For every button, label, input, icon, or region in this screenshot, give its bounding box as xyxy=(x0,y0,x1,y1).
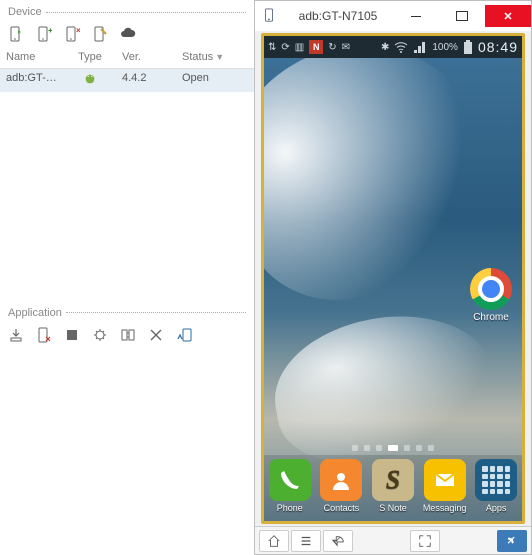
col-status[interactable]: Status▼ xyxy=(176,48,254,66)
col-name[interactable]: Name xyxy=(0,48,64,66)
window-minimize-button[interactable] xyxy=(393,5,439,27)
uninstall-icon[interactable] xyxy=(36,327,52,343)
device-remove-icon[interactable]: × xyxy=(64,26,80,42)
device-table: Name Type Ver. Status▼ adb:GT-N71... 4.4… xyxy=(0,46,254,92)
device-edit-icon[interactable] xyxy=(92,26,108,42)
mail-icon: ✉ xyxy=(342,42,350,53)
dock-label: Apps xyxy=(472,503,520,513)
application-body-spacer xyxy=(0,347,254,555)
mirror-window: adb:GT-N7105 ⇅ ⟳ ▥ N ↻ ✉ ✱ 100 xyxy=(254,0,532,555)
dock: Phone Contacts S S Note Messaging xyxy=(264,455,522,521)
dock-messaging[interactable]: Messaging xyxy=(421,459,469,513)
pin-button[interactable] xyxy=(497,530,527,552)
sync-icon[interactable] xyxy=(120,327,136,343)
application-toolbar xyxy=(0,323,254,347)
device-row-status: Open xyxy=(176,69,254,92)
dock-snote[interactable]: S S Note xyxy=(369,459,417,513)
cancel-icon[interactable] xyxy=(148,327,164,343)
device-toolbar: + × xyxy=(0,22,254,46)
application-section-header: Application xyxy=(0,301,254,323)
rotate-icon: ⟳ xyxy=(281,42,289,53)
phone-icon xyxy=(269,459,311,501)
device-section-title: Device xyxy=(8,6,42,18)
svg-text:×: × xyxy=(76,26,80,35)
messaging-icon xyxy=(424,459,466,501)
app-chrome[interactable]: Chrome xyxy=(470,268,512,323)
col-ver[interactable]: Ver. xyxy=(116,48,176,66)
dock-contacts[interactable]: Contacts xyxy=(317,459,365,513)
cloud-icon[interactable] xyxy=(120,26,136,42)
signal-icon xyxy=(413,41,427,53)
window-title: adb:GT-N7105 xyxy=(283,9,393,23)
menu-button[interactable] xyxy=(291,530,321,552)
sort-desc-icon: ▼ xyxy=(215,52,224,62)
device-manager-panel: Device + × Name Type Ver. Status▼ adb:GT… xyxy=(0,0,254,555)
home-button[interactable] xyxy=(259,530,289,552)
dock-phone[interactable]: Phone xyxy=(266,459,314,513)
sync-status-icon: ↻ xyxy=(328,42,336,53)
usb-icon: ⇅ xyxy=(268,42,276,53)
device-row-type xyxy=(64,69,116,92)
window-titlebar[interactable]: adb:GT-N7105 xyxy=(255,1,531,31)
app-label: Chrome xyxy=(470,312,512,323)
fit-button[interactable] xyxy=(410,530,440,552)
header-separator xyxy=(46,12,246,13)
dock-label: S Note xyxy=(369,503,417,513)
device-table-header: Name Type Ver. Status▼ xyxy=(0,46,254,69)
back-button[interactable] xyxy=(323,530,353,552)
window-maximize-button[interactable] xyxy=(439,5,485,27)
window-close-button[interactable] xyxy=(485,5,531,27)
device-refresh-icon[interactable] xyxy=(8,26,24,42)
application-section-title: Application xyxy=(8,307,62,319)
wifi-icon xyxy=(394,41,408,53)
device-add-icon[interactable]: + xyxy=(36,26,52,42)
page-indicator[interactable] xyxy=(264,445,522,451)
device-section-header: Device xyxy=(0,0,254,22)
install-icon[interactable] xyxy=(8,327,24,343)
mirror-bottom-toolbar xyxy=(255,526,531,554)
dock-label: Phone xyxy=(266,503,314,513)
home-wallpaper[interactable]: Chrome Phone Contacts S xyxy=(264,58,522,521)
screen-mirror-icon[interactable] xyxy=(176,327,192,343)
dock-apps[interactable]: Apps xyxy=(472,459,520,513)
dock-label: Messaging xyxy=(421,503,469,513)
notification-badge-icon: N xyxy=(309,40,323,54)
sdcard-icon: ▥ xyxy=(295,42,304,53)
battery-icon xyxy=(463,40,473,54)
svg-text:+: + xyxy=(48,26,52,35)
device-body-spacer xyxy=(0,92,254,301)
apps-icon xyxy=(475,459,517,501)
stop-icon[interactable] xyxy=(64,327,80,343)
bluetooth-icon: ✱ xyxy=(381,42,389,53)
device-row-ver: 4.4.2 xyxy=(116,69,176,92)
android-statusbar[interactable]: ⇅ ⟳ ▥ N ↻ ✉ ✱ 100% 08:49 xyxy=(264,36,522,58)
chrome-icon xyxy=(470,268,512,310)
clock: 08:49 xyxy=(478,39,518,55)
dock-label: Contacts xyxy=(317,503,365,513)
android-icon xyxy=(83,72,97,86)
phone-screen[interactable]: ⇅ ⟳ ▥ N ↻ ✉ ✱ 100% 08:49 xyxy=(261,33,525,524)
device-row-name: adb:GT-N71... xyxy=(0,69,64,92)
snote-icon: S xyxy=(372,459,414,501)
battery-pct: 100% xyxy=(432,42,458,53)
contacts-icon xyxy=(320,459,362,501)
window-app-icon xyxy=(255,8,283,25)
debug-icon[interactable] xyxy=(92,327,108,343)
col-type[interactable]: Type xyxy=(64,48,116,66)
device-row[interactable]: adb:GT-N71... 4.4.2 Open xyxy=(0,69,254,92)
header-separator xyxy=(66,312,246,313)
